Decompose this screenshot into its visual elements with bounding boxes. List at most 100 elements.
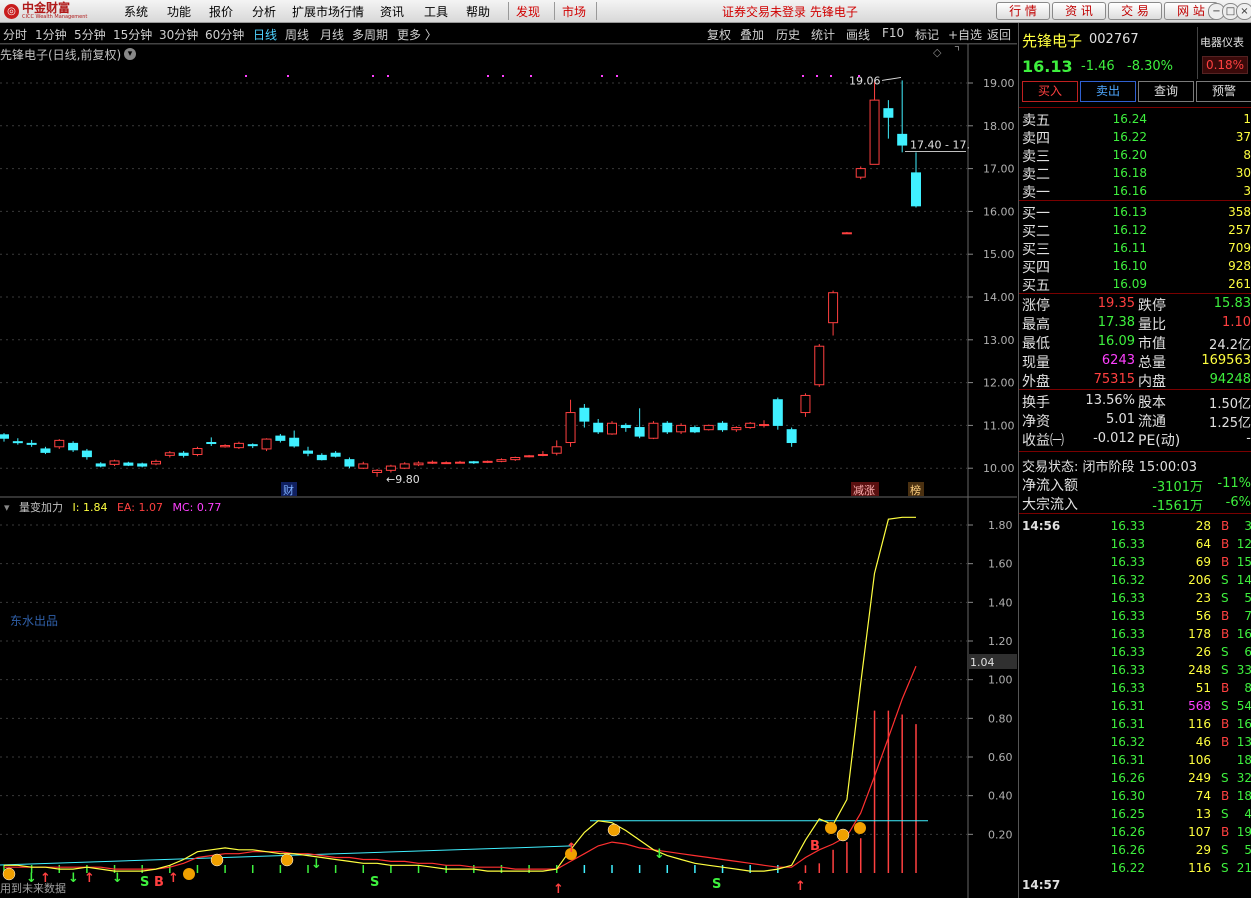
bid-label: 买二 — [1022, 224, 1050, 240]
chevron-down-icon[interactable]: ▾ — [4, 501, 10, 514]
candlestick — [662, 421, 673, 434]
candlestick — [607, 421, 617, 435]
candle-body — [358, 463, 369, 469]
stat-label: 量比 — [1138, 317, 1166, 333]
stat-value: 75315 — [1093, 372, 1135, 387]
money-bag-icon — [836, 828, 850, 842]
candle-body — [344, 459, 355, 467]
tick-side: S — [1221, 843, 1229, 857]
candlestick — [496, 458, 507, 463]
y-tick-label: 0.40 — [988, 790, 1013, 803]
candle-body — [565, 412, 576, 444]
candlestick — [800, 393, 811, 417]
tick-side: B — [1221, 627, 1230, 641]
tick-price: 16.26 — [1110, 771, 1145, 785]
candlestick — [178, 451, 189, 458]
price-change: -1.46 — [1081, 59, 1115, 74]
bid-volume: 261 — [1228, 277, 1251, 291]
candlestick — [441, 461, 452, 465]
high-label: 19.06 — [849, 74, 881, 87]
candlestick — [869, 80, 880, 165]
corner-icon[interactable]: ⌝ — [954, 45, 960, 60]
flow-label: 大宗流入 — [1022, 497, 1078, 513]
stock-name: 先锋电子 — [1022, 32, 1083, 50]
tick-count: 15 — [1236, 555, 1251, 569]
diamond-icon[interactable]: ◇ — [933, 46, 941, 59]
stat-value: 1.25亿 — [1209, 416, 1251, 431]
arrow-up-icon: ↑ — [168, 871, 179, 886]
arrow-up-icon: ↑ — [84, 871, 95, 886]
indicator-name[interactable]: 量变加力 — [19, 501, 63, 514]
signal-up-icon — [183, 868, 195, 880]
y-tick-label: 12.00 — [983, 377, 1015, 390]
ask-price: 16.22 — [1112, 130, 1147, 144]
tick-price: 16.31 — [1110, 717, 1145, 731]
stock-code: 002767 — [1089, 32, 1139, 47]
alert-button[interactable]: 预警 — [1196, 81, 1251, 102]
bid-price: 16.12 — [1112, 223, 1147, 237]
close-icon[interactable]: × — [1236, 3, 1251, 20]
money-bag-icon — [210, 853, 224, 867]
event-dot — [616, 75, 618, 77]
tick-count: 16 — [1236, 717, 1251, 731]
sell-button[interactable]: 卖出 — [1080, 81, 1136, 102]
tick-volume: 69 — [1195, 555, 1211, 569]
range-label: 17.40 - 17. — [910, 138, 970, 151]
ask-price: 16.20 — [1112, 148, 1147, 162]
chart-area[interactable]: 19.00 18.00 17.00 16.00 15.00 14.00 13.00 12.00… — [0, 0, 1018, 898]
y-tick-label: 18.00 — [983, 120, 1015, 133]
sector-box[interactable]: 电器仪表 0.18% — [1197, 27, 1251, 79]
bid-label: 买三 — [1022, 242, 1050, 258]
tick-price: 16.26 — [1110, 843, 1145, 857]
candlestick — [565, 399, 576, 447]
stat-label: 最低 — [1022, 336, 1050, 352]
candle-body — [814, 345, 825, 386]
candlestick — [372, 469, 383, 477]
candle-body — [441, 462, 452, 465]
y-tick-label: 0.20 — [988, 828, 1013, 841]
candle-body — [233, 442, 244, 449]
event-dot — [802, 75, 804, 77]
tick-volume: 106 — [1188, 753, 1211, 767]
candle-body — [482, 460, 493, 463]
candle-body — [40, 448, 51, 453]
news-button[interactable]: 资 讯 — [1052, 2, 1106, 20]
buy-signal: B — [154, 875, 164, 890]
tick-volume: 23 — [1195, 591, 1211, 605]
tick-volume: 116 — [1188, 861, 1211, 875]
candle-body — [455, 461, 465, 464]
trade-button[interactable]: 交 易 — [1108, 2, 1162, 20]
candlestick — [344, 457, 355, 469]
stat-label: 内盘 — [1138, 374, 1166, 390]
event-dot — [530, 75, 532, 77]
candlestick — [855, 166, 866, 180]
chevron-down-icon[interactable]: ▾ — [124, 48, 136, 60]
stat-label: PE(动) — [1138, 433, 1181, 449]
buy-button[interactable]: 买入 — [1022, 81, 1078, 102]
event-dot — [816, 75, 818, 77]
candlestick — [233, 441, 244, 449]
tick-volume: 13 — [1195, 807, 1211, 821]
bid-price: 16.11 — [1112, 241, 1147, 255]
candlestick — [151, 459, 161, 466]
tick-count: 12 — [1236, 537, 1251, 551]
candlestick — [54, 439, 65, 449]
candlestick — [95, 462, 106, 468]
arrow-up-icon: ↑ — [553, 882, 564, 897]
tick-price: 16.33 — [1110, 519, 1145, 533]
query-button[interactable]: 查询 — [1138, 81, 1194, 102]
tick-count: 5 — [1244, 843, 1251, 857]
candle-body — [772, 399, 783, 426]
ask-volume: 1 — [1243, 112, 1251, 126]
event-dot — [245, 75, 247, 77]
ask-price: 16.18 — [1112, 166, 1147, 180]
tick-count: 33 — [1236, 663, 1251, 677]
stat-value: 6243 — [1101, 353, 1135, 368]
candle-body — [468, 461, 479, 464]
candle-body — [897, 133, 908, 146]
candle-body — [0, 434, 9, 439]
tick-side: S — [1221, 771, 1229, 785]
y-tick-label: 13.00 — [983, 334, 1015, 347]
badge-reduce: 减涨 — [853, 484, 875, 497]
candlestick — [12, 438, 23, 445]
